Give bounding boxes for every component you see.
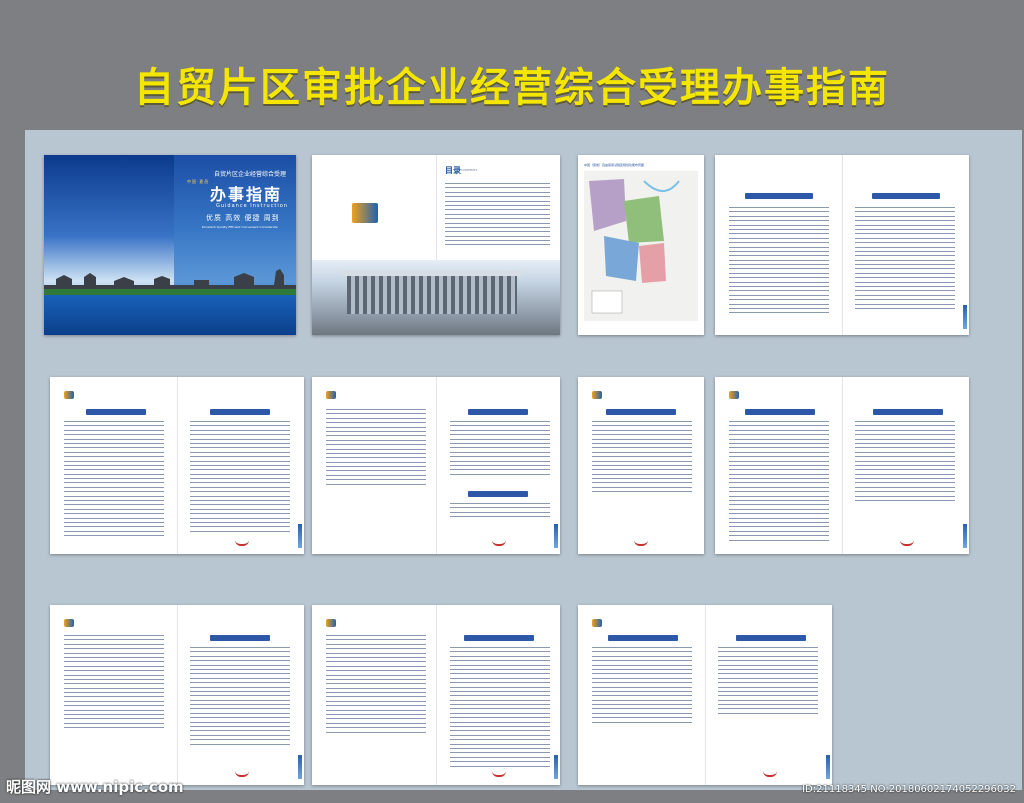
toc-title: 目录 (445, 166, 461, 175)
map-caption: 中国（夏邑）自由贸易试验区规划功能布局图 (584, 163, 645, 167)
logo-icon (326, 619, 336, 627)
cover-slogan: 优质 高效 便捷 周到 (206, 214, 280, 222)
zoning-map (584, 171, 698, 321)
government-building-photo (312, 260, 560, 335)
cover-slogan-sub: Excellent Quality Efficient Convenient C… (202, 225, 278, 229)
guide-spread-4 (578, 377, 704, 554)
map-page: 中国（夏邑）自由贸易试验区规划功能布局图 (578, 155, 704, 335)
guide-spread-5 (715, 377, 969, 554)
logo-icon (64, 619, 74, 627)
toc-spread: 目录 CONTENTS (312, 155, 560, 335)
skyline-illustration (44, 269, 296, 297)
cover-logo-text: 中国·夏邑 (187, 179, 210, 184)
brochure-board: 自贸片区企业经营综合受理 办事指南 Guidance Instruction 优… (25, 130, 1022, 790)
toc-title-sub: CONTENTS (461, 168, 478, 172)
cover-subtitle: Guidance Instruction (216, 203, 289, 209)
guide-spread-7 (312, 605, 560, 785)
cover-title: 办事指南 (210, 185, 283, 204)
logo-icon (64, 391, 74, 399)
toc-lines (445, 183, 550, 249)
guide-spread-1 (715, 155, 969, 335)
page-title: 自贸片区审批企业经营综合受理办事指南 (134, 65, 890, 111)
logo-icon (326, 391, 336, 399)
logo-icon (592, 391, 602, 399)
logo-icon (592, 619, 602, 627)
cover-spread: 自贸片区企业经营综合受理 办事指南 Guidance Instruction 优… (44, 155, 296, 335)
cover-bottom-strip (44, 295, 296, 335)
logo-icon (729, 391, 739, 399)
logo-icon (352, 203, 378, 223)
guide-spread-3 (312, 377, 560, 554)
watermark-right: ID:21118345 NO:20180602174052296032 (802, 784, 1016, 795)
guide-spread-2 (50, 377, 304, 554)
guide-spread-6 (50, 605, 304, 785)
cover-heading: 自贸片区企业经营综合受理 (214, 171, 287, 178)
guide-spread-8 (578, 605, 832, 785)
watermark-left: 昵图网 www.nipic.com (6, 778, 184, 796)
